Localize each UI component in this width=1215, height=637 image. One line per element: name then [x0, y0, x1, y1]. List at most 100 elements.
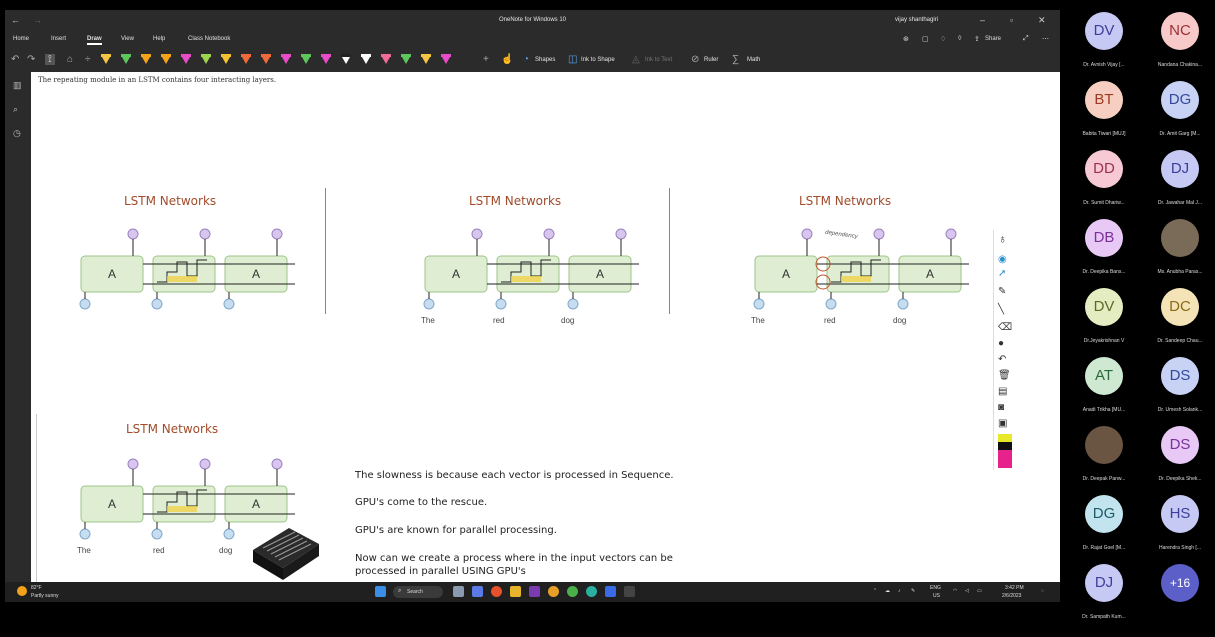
app-icon-teal[interactable] [586, 586, 597, 597]
share-icon[interactable]: ⇪ [974, 35, 980, 43]
mentions-icon[interactable]: ⊛ [903, 35, 909, 43]
page-canvas[interactable]: The repeating module in an LSTM contains… [31, 72, 1060, 582]
pen-marker-icon[interactable]: ♁ [998, 232, 1007, 246]
start-icon[interactable] [375, 586, 386, 597]
ink-to-text-icon[interactable]: ◬ [632, 54, 640, 65]
notebook-icon[interactable]: ▢ [922, 35, 929, 43]
onenote-taskbar-icon[interactable] [529, 586, 540, 597]
pen-swatch[interactable] [441, 53, 451, 67]
weather-condition[interactable]: Partly sunny [31, 593, 59, 599]
maximize-icon[interactable]: ▫ [1010, 15, 1013, 25]
chrome-icon[interactable] [548, 586, 559, 597]
add-pen-icon[interactable]: + [483, 54, 489, 65]
tab-class-notebook[interactable]: Class Notebook [188, 36, 230, 42]
undo-icon[interactable]: ↶ [11, 54, 19, 65]
tab-home[interactable]: Home [13, 36, 29, 42]
ink-to-text-button[interactable]: Ink to Text [645, 57, 672, 63]
tab-view[interactable]: View [121, 36, 134, 42]
search-icon[interactable]: ⌕ [13, 104, 18, 115]
pen-swatch[interactable] [261, 53, 271, 67]
close-icon[interactable]: ✕ [1038, 15, 1046, 26]
ink-to-shape-button[interactable]: Ink to Shape [581, 57, 615, 63]
mic-icon[interactable]: ♪ [898, 588, 901, 594]
participant-tile[interactable]: HS Harendra Singh [... [1144, 493, 1214, 563]
pen-swatch[interactable] [181, 53, 191, 67]
color-swatch-yellow[interactable] [998, 434, 1012, 442]
shapes-button[interactable]: Shapes [535, 57, 555, 63]
line-icon[interactable]: ╲ [998, 304, 1004, 315]
cloud-icon[interactable]: ☁ [885, 588, 890, 594]
eye-icon[interactable]: ◉ [998, 254, 1007, 265]
weather-icon[interactable] [17, 586, 27, 596]
participant-tile[interactable]: DS Dr. Umesh Solank... [1144, 355, 1214, 425]
participant-tile[interactable]: Dr. Deepak Panw... [1068, 424, 1138, 494]
pen-swatch[interactable] [241, 53, 251, 67]
pen-swatch[interactable] [361, 53, 371, 67]
lasso-select-icon[interactable]: ⟟ [45, 54, 55, 65]
user-name[interactable]: vijay shanthagiri [895, 17, 938, 23]
volume-icon[interactable]: ◁ [965, 588, 969, 594]
shapes-icon[interactable]: ◔ [523, 54, 529, 65]
chat-icon[interactable] [472, 586, 483, 597]
notifications-icon[interactable]: ◌ [1041, 588, 1044, 594]
participant-tile[interactable]: DV Dr. Avnish Vijay [... [1068, 10, 1138, 80]
pen-tray-icon[interactable]: ✎ [911, 588, 915, 594]
tab-insert[interactable]: Insert [51, 36, 66, 42]
color-swatch-pink[interactable] [998, 450, 1012, 468]
touch-draw-icon[interactable]: ☝ [501, 54, 513, 65]
eraser-icon[interactable]: ⌫ [998, 322, 1012, 333]
pen-swatch[interactable] [281, 53, 291, 67]
participant-tile[interactable]: AT Anadi Trikha [MU... [1068, 355, 1138, 425]
app-icon-gray[interactable] [624, 586, 635, 597]
participant-tile[interactable]: DG Dr. Amit Garg [M... [1144, 79, 1214, 149]
clipboard-icon[interactable]: ▣ [998, 418, 1007, 429]
tab-help[interactable]: Help [153, 36, 165, 42]
pen-swatch[interactable] [221, 53, 231, 67]
participant-tile[interactable]: Ms. Anubha Paras... [1144, 217, 1214, 287]
pen-swatch[interactable] [101, 53, 111, 67]
ink-to-shape-icon[interactable]: ◫ [568, 54, 577, 65]
region-indicator[interactable]: US [933, 593, 940, 599]
task-view-icon[interactable] [453, 586, 464, 597]
undo-icon[interactable]: ↶ [998, 354, 1006, 365]
app-icon-blue[interactable] [605, 586, 616, 597]
participant-tile[interactable]: DD Dr. Sumit Dhariw... [1068, 148, 1138, 218]
pen-icon[interactable]: ✎ [998, 286, 1006, 297]
expand-icon[interactable]: ⤢ [1023, 35, 1029, 43]
trash-icon[interactable]: 🗑 [998, 370, 1011, 381]
pen-swatch[interactable] [401, 53, 411, 67]
show-hidden-icons-icon[interactable]: ⌃ [873, 588, 877, 594]
redo-icon[interactable]: ↷ [27, 54, 35, 65]
camera-icon[interactable]: ◙ [998, 402, 1004, 413]
pen-swatch[interactable] [421, 53, 431, 67]
ruler-button[interactable]: Ruler [704, 57, 718, 63]
pen-swatch[interactable] [301, 53, 311, 67]
pen-swatch[interactable] [141, 53, 151, 67]
clock-time[interactable]: 3:42 PM [1005, 585, 1024, 591]
color-swatch-black[interactable] [998, 442, 1012, 450]
battery-icon[interactable]: ▭ [977, 588, 982, 594]
lightbulb-icon[interactable]: ♢ [940, 35, 946, 43]
recent-icon[interactable]: ◷ [13, 128, 21, 139]
clock-date[interactable]: 2/6/2023 [1002, 593, 1021, 599]
pen-swatch[interactable] [381, 53, 391, 67]
share-button[interactable]: Share [985, 36, 1001, 42]
whiteboard-icon[interactable]: ▤ [998, 386, 1007, 397]
pen-swatch[interactable] [161, 53, 171, 67]
add-space-icon[interactable]: ÷ [85, 54, 91, 65]
wifi-icon[interactable]: ◠ [953, 588, 957, 594]
participant-tile[interactable]: DC Dr. Sandeep Chau... [1144, 286, 1214, 356]
pen-swatch[interactable] [321, 53, 331, 67]
taskbar-search[interactable]: ⌕ Search [393, 586, 443, 598]
participant-tile[interactable]: DJ Dr. Sampath Kum... [1068, 562, 1138, 632]
pen-swatch[interactable] [201, 53, 211, 67]
pen-swatch[interactable] [121, 53, 131, 67]
browser-icon[interactable] [491, 586, 502, 597]
participant-tile[interactable]: DV Dr.Jeyakrishnan V [1068, 286, 1138, 356]
participant-tile[interactable]: DJ Dr. Jawahar Mal J... [1144, 148, 1214, 218]
bell-icon[interactable]: ◊ [958, 35, 961, 42]
participant-tile[interactable]: DG Dr. Rajat Goel [M... [1068, 493, 1138, 563]
participant-tile[interactable]: DB Dr. Deepika Bans... [1068, 217, 1138, 287]
participant-tile[interactable]: BT Babita Tiwari [MUJ] [1068, 79, 1138, 149]
eraser-icon[interactable]: ⌂ [67, 54, 73, 65]
